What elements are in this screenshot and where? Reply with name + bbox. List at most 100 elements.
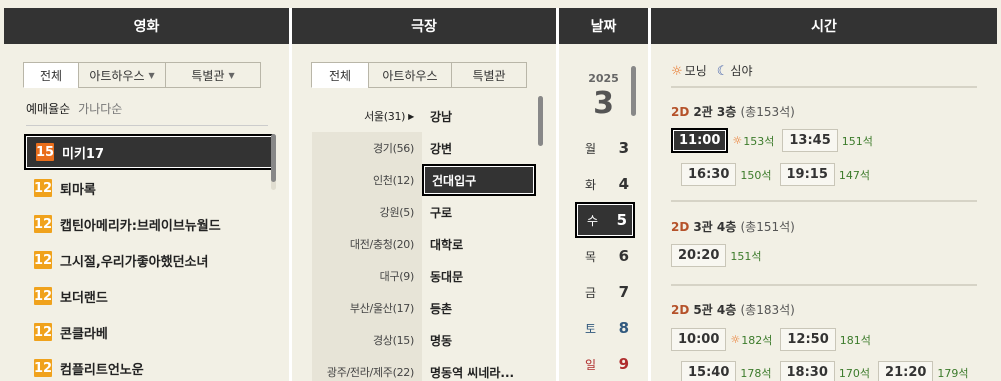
theater-item[interactable]: 구로 — [422, 196, 536, 228]
tab-special[interactable]: 특별관 ▼ — [165, 62, 261, 88]
age-rating-badge: 12 — [33, 215, 53, 233]
region-label: 대구(9) — [379, 270, 415, 283]
region-item[interactable]: 대전/충청(20) — [312, 228, 422, 260]
time-header: 시간 — [651, 8, 997, 44]
divider — [671, 86, 977, 88]
region-item[interactable]: 서울(31) ▶ — [312, 100, 422, 132]
divider — [671, 284, 977, 286]
tab-arthouse[interactable]: 아트하우스 ▼ — [78, 62, 166, 88]
showtime[interactable]: 20:20 151석 — [671, 244, 762, 267]
showtime[interactable]: 19:15 147석 — [779, 163, 870, 186]
date-list: 월3화4수5목6금7토8일9 — [575, 130, 635, 381]
date-item[interactable]: 월3 — [575, 130, 635, 166]
legend-morning: ☼ 모닝 — [671, 62, 707, 79]
theater-item[interactable]: 대학로 — [422, 228, 536, 260]
movie-item[interactable]: 12 콘클라베 — [24, 314, 274, 350]
format-badge: 2D — [671, 303, 690, 317]
day-of-week: 금 — [585, 285, 597, 300]
date-item[interactable]: 금7 — [575, 274, 635, 310]
showtime-time[interactable]: 10:00 — [671, 328, 727, 351]
region-item[interactable]: 광주/전라/제주(22) — [312, 356, 422, 381]
region-row: 경상(15) 명동 — [312, 324, 536, 356]
sort-by-name[interactable]: 가나다순 — [78, 100, 122, 117]
day-of-week: 목 — [585, 249, 597, 264]
movie-item[interactable]: 12 퇴마록 — [24, 170, 274, 206]
theater-item[interactable]: 명동 — [422, 324, 536, 356]
date-item[interactable]: 일9 — [575, 346, 635, 381]
movie-item[interactable]: 15 미키17 — [24, 134, 274, 170]
theater-item[interactable]: 등촌 — [422, 292, 536, 324]
showtime[interactable]: 16:30 150석 — [681, 163, 772, 186]
showtime-time[interactable]: 18:30 — [779, 361, 835, 381]
region-item[interactable]: 대구(9) — [312, 260, 422, 292]
region-row: 인천(12) 건대입구 — [312, 164, 536, 196]
seats-left: 182석 — [741, 333, 773, 347]
region-item[interactable]: 부산/울산(17) — [312, 292, 422, 324]
theater-item[interactable]: 명동역 씨네라... — [422, 356, 536, 381]
age-rating-badge: 12 — [33, 287, 53, 305]
tab-label: 전체 — [328, 68, 352, 83]
seats-left: 179석 — [937, 366, 969, 380]
showtime[interactable]: 15:40 178석 — [681, 361, 772, 381]
region-label: 서울(31) — [364, 110, 406, 123]
theater-panel: 극장 전체 아트하우스 특별관 서울(31) ▶ 강남 경기(56) 강변 인천(12) 건… — [292, 8, 556, 381]
theater-header: 극장 — [292, 8, 556, 44]
region-row: 광주/전라/제주(22) 명동역 씨네라... — [312, 356, 536, 381]
day-number: 3 — [618, 139, 629, 157]
showtime[interactable]: 18:30 170석 — [779, 361, 870, 381]
showtime-time[interactable]: 19:15 — [779, 163, 835, 186]
age-rating-badge: 15 — [35, 143, 55, 161]
showtime-time[interactable]: 11:00 — [671, 128, 729, 153]
hall-header: 2D 2관 3층 (총153석) — [671, 103, 795, 120]
theater-item[interactable]: 강변 — [422, 132, 536, 164]
seats-left: 151석 — [841, 134, 873, 148]
showtime[interactable]: 21:20 179석 — [878, 361, 969, 381]
showtime-time[interactable]: 21:20 — [878, 361, 934, 381]
showtime-time[interactable]: 12:50 — [780, 328, 836, 351]
seats-left: 181석 — [839, 333, 871, 347]
theater-item[interactable]: 건대입구 — [422, 164, 536, 196]
date-header: 날짜 — [559, 8, 648, 44]
theater-item[interactable]: 동대문 — [422, 260, 536, 292]
hall-name: 2관 3층 — [693, 105, 737, 119]
showtime-time[interactable]: 13:45 — [782, 129, 838, 152]
region-item[interactable]: 경기(56) — [312, 132, 422, 164]
sort-by-rate[interactable]: 예매율순 — [26, 100, 70, 117]
showtime[interactable]: 12:50 181석 — [780, 328, 871, 351]
region-item[interactable]: 강원(5) — [312, 196, 422, 228]
movie-title: 캡틴아메리카:브레이브뉴월드 — [60, 218, 221, 234]
hall-name: 3관 4층 — [693, 220, 737, 234]
movie-item[interactable]: 12 컴플리트언노운 — [24, 350, 274, 381]
age-rating-badge: 12 — [33, 251, 53, 269]
movie-panel: 영화 전체 아트하우스 ▼ 특별관 ▼ 예매율순 가나다순 15 미키17 12 퇴마록 1… — [4, 8, 289, 381]
showtime-time[interactable]: 20:20 — [671, 244, 727, 267]
movie-item[interactable]: 12 캡틴아메리카:브레이브뉴월드 — [24, 206, 274, 242]
date-item[interactable]: 목6 — [575, 238, 635, 274]
seats-left: 153석 — [743, 134, 775, 148]
date-scroll-thumb[interactable] — [631, 66, 636, 116]
tab-label: 전체 — [39, 68, 63, 83]
date-item[interactable]: 토8 — [575, 310, 635, 346]
movie-item[interactable]: 12 그시절,우리가좋아했던소녀 — [24, 242, 274, 278]
movie-item[interactable]: 12 보더랜드 — [24, 278, 274, 314]
showtime-time[interactable]: 16:30 — [681, 163, 737, 186]
movie-title: 보더랜드 — [60, 290, 108, 306]
sun-icon: ☼ — [730, 333, 741, 346]
tab-all[interactable]: 전체 — [23, 62, 79, 88]
movie-scroll-thumb[interactable] — [271, 134, 276, 182]
showtime[interactable]: 11:00 ☼ 153석 — [671, 128, 774, 153]
hall-capacity: (총153석) — [740, 105, 795, 119]
showtime[interactable]: 13:45 151석 — [782, 128, 873, 153]
tab-all[interactable]: 전체 — [311, 62, 369, 88]
region-item[interactable]: 경상(15) — [312, 324, 422, 356]
showtime-time[interactable]: 15:40 — [681, 361, 737, 381]
tab-special[interactable]: 특별관 — [451, 62, 527, 88]
theater-scroll-thumb[interactable] — [538, 96, 543, 146]
theater-item[interactable]: 강남 — [422, 100, 536, 132]
date-item[interactable]: 화4 — [575, 166, 635, 202]
date-item[interactable]: 수5 — [575, 202, 635, 238]
tab-arthouse[interactable]: 아트하우스 — [368, 62, 452, 88]
showtime[interactable]: 10:00 ☼ 182석 — [671, 328, 772, 351]
tab-label: 아트하우스 — [382, 68, 438, 83]
region-item[interactable]: 인천(12) — [312, 164, 422, 196]
